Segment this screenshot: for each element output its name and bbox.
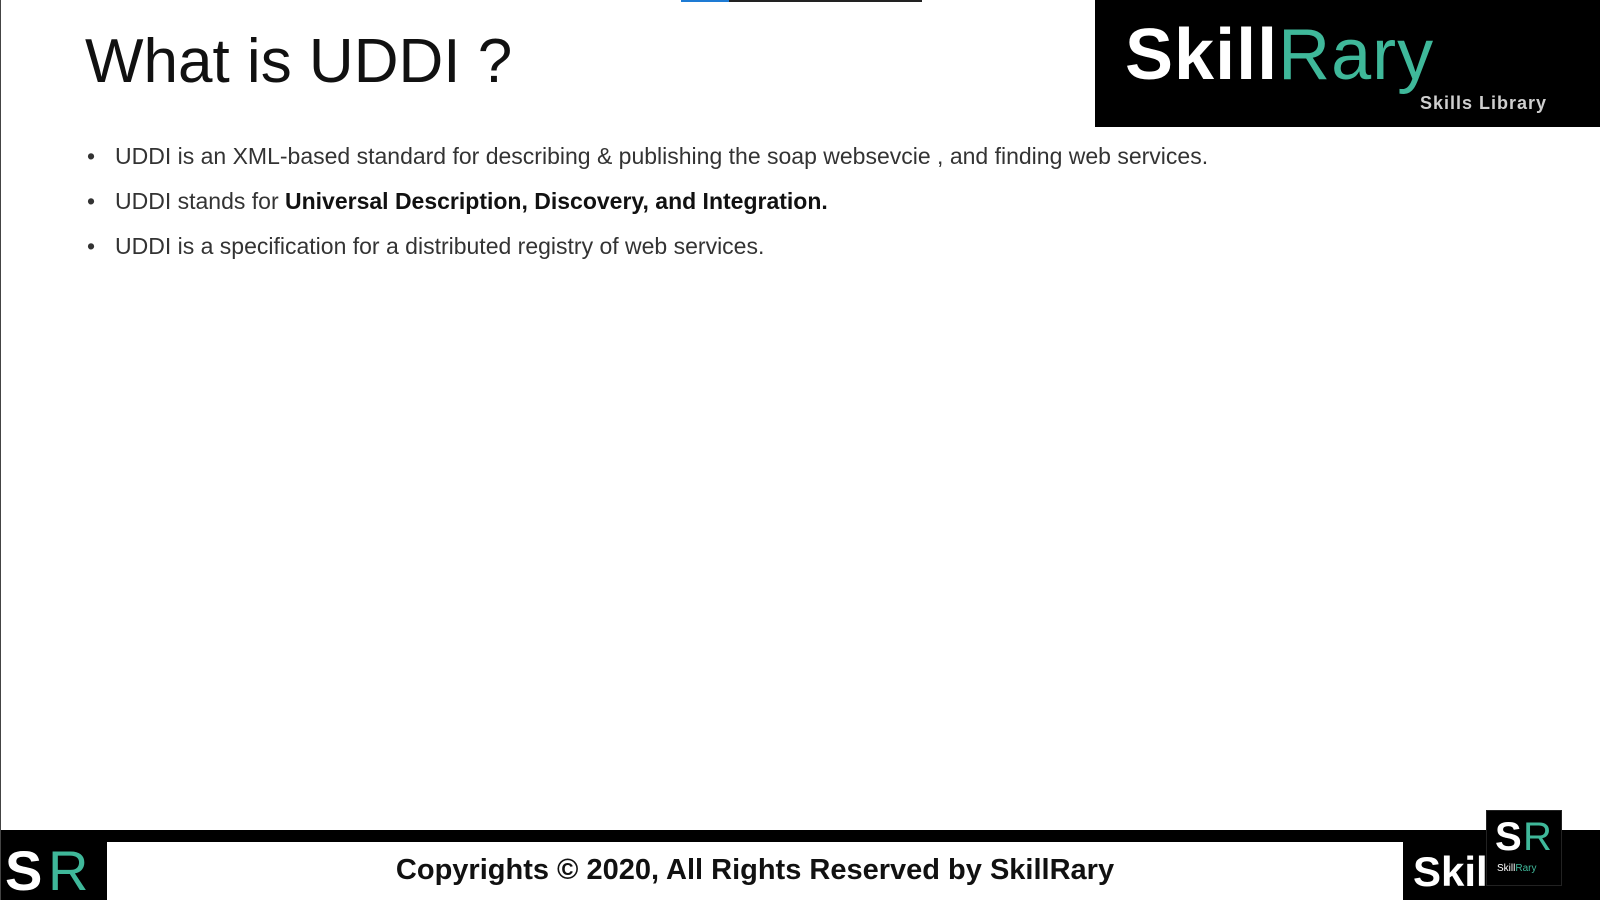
logo-word-rary: Rary [1278, 15, 1435, 95]
badge-r: R [1523, 815, 1552, 859]
video-progress-fill [681, 0, 730, 2]
bullet-bold-text: Universal Description, Discovery, and In… [285, 188, 828, 214]
bullet-dot-icon: • [87, 188, 96, 214]
logo-tagline: Skills Library [1419, 93, 1547, 113]
footer-logo-r: R [48, 839, 89, 902]
badge-caption-rary: Rary [1515, 863, 1537, 874]
slide-title: What is UDDI ? [85, 27, 513, 96]
bullet-dot-icon: • [87, 143, 96, 169]
bullet-item: • UDDI stands for Universal Description, … [85, 185, 1405, 230]
badge-s: S [1495, 815, 1522, 859]
badge-caption: SkillRary [1497, 863, 1536, 874]
bullet-text: UDDI is a specification for a distribute… [115, 233, 765, 259]
bullet-item: • UDDI is an XML-based standard for descr… [85, 140, 1405, 185]
footer-logo-s: S [5, 839, 43, 902]
bullet-text: UDDI is an XML-based standard for descri… [115, 143, 1209, 169]
footer-bar: S R Copyrights © 2020, All Rights Reserv… [1, 830, 1600, 902]
footer-sr-logo: S R [3, 839, 105, 902]
video-progress-bar[interactable] [681, 0, 922, 2]
logo-wordmark: SkillRary [1125, 14, 1434, 96]
footer-copyright: Copyrights © 2020, All Rights Reserved b… [395, 854, 1115, 886]
slide: What is UDDI ? SkillRary Skills Library … [0, 0, 1600, 902]
skillrary-watermark-badge: S R SkillRary [1486, 810, 1562, 886]
bullet-text: UDDI stands for [115, 188, 285, 214]
skillrary-logo: SkillRary Skills Library [1095, 0, 1600, 127]
logo-word-skill: Skill [1125, 15, 1279, 95]
bullet-list: • UDDI is an XML-based standard for descr… [85, 140, 1405, 275]
badge-caption-skill: Skill [1497, 863, 1516, 874]
footer-skill-word: Skil [1413, 848, 1488, 895]
bullet-dot-icon: • [87, 233, 96, 259]
footer-copyright-panel: Copyrights © 2020, All Rights Reserved b… [107, 842, 1403, 900]
bullet-item: • UDDI is a specification for a distribut… [85, 230, 1405, 275]
